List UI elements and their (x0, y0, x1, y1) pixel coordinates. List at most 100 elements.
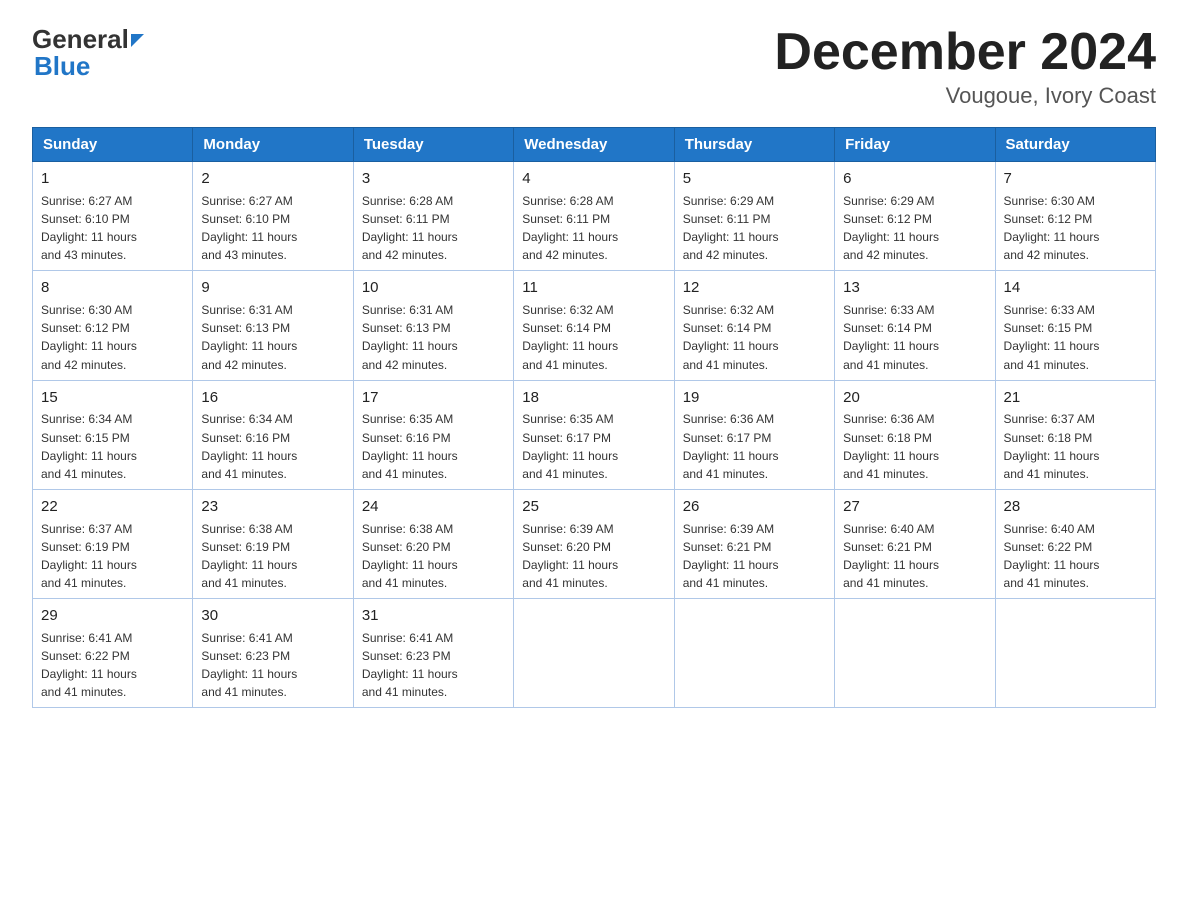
day-info: Sunrise: 6:31 AMSunset: 6:13 PMDaylight:… (201, 303, 297, 371)
calendar-cell: 4Sunrise: 6:28 AMSunset: 6:11 PMDaylight… (514, 162, 674, 271)
day-info: Sunrise: 6:30 AMSunset: 6:12 PMDaylight:… (41, 303, 137, 371)
calendar-cell: 8 Sunrise: 6:30 AMSunset: 6:12 PMDaylight… (33, 271, 193, 380)
col-saturday: Saturday (995, 128, 1155, 162)
calendar-cell: 20 Sunrise: 6:36 AMSunset: 6:18 PMDayligh… (835, 380, 995, 489)
day-number: 23 (201, 496, 344, 518)
calendar-cell: 27 Sunrise: 6:40 AMSunset: 6:21 PMDayligh… (835, 489, 995, 598)
day-info: Sunrise: 6:37 AMSunset: 6:19 PMDaylight:… (41, 522, 137, 590)
col-monday: Monday (193, 128, 353, 162)
day-number: 25 (522, 496, 665, 518)
day-info: Sunrise: 6:33 AMSunset: 6:14 PMDaylight:… (843, 303, 939, 371)
page-header: General Blue December 2024 Vougoue, Ivor… (32, 24, 1156, 109)
day-info: Sunrise: 6:41 AMSunset: 6:23 PMDaylight:… (362, 631, 458, 699)
calendar-table: Sunday Monday Tuesday Wednesday Thursday… (32, 127, 1156, 708)
calendar-cell: 10Sunrise: 6:31 AMSunset: 6:13 PMDayligh… (353, 271, 513, 380)
calendar-cell: 17Sunrise: 6:35 AMSunset: 6:16 PMDayligh… (353, 380, 513, 489)
calendar-cell: 12 Sunrise: 6:32 AMSunset: 6:14 PMDayligh… (674, 271, 834, 380)
col-friday: Friday (835, 128, 995, 162)
day-number: 20 (843, 387, 986, 409)
calendar-cell: 6 Sunrise: 6:29 AMSunset: 6:12 PMDaylight… (835, 162, 995, 271)
day-number: 3 (362, 168, 505, 190)
calendar-cell: 13 Sunrise: 6:33 AMSunset: 6:14 PMDayligh… (835, 271, 995, 380)
calendar-header-row: Sunday Monday Tuesday Wednesday Thursday… (33, 128, 1156, 162)
day-info: Sunrise: 6:36 AMSunset: 6:17 PMDaylight:… (683, 412, 779, 480)
day-info: Sunrise: 6:32 AMSunset: 6:14 PMDaylight:… (522, 303, 618, 371)
calendar-cell: 11 Sunrise: 6:32 AMSunset: 6:14 PMDayligh… (514, 271, 674, 380)
day-info: Sunrise: 6:40 AMSunset: 6:21 PMDaylight:… (843, 522, 939, 590)
day-number: 1 (41, 168, 184, 190)
day-info: Sunrise: 6:39 AMSunset: 6:21 PMDaylight:… (683, 522, 779, 590)
day-info: Sunrise: 6:39 AMSunset: 6:20 PMDaylight:… (522, 522, 618, 590)
day-number: 30 (201, 605, 344, 627)
day-number: 21 (1004, 387, 1147, 409)
day-info: Sunrise: 6:32 AMSunset: 6:14 PMDaylight:… (683, 303, 779, 371)
calendar-cell: 22 Sunrise: 6:37 AMSunset: 6:19 PMDayligh… (33, 489, 193, 598)
calendar-cell: 9 Sunrise: 6:31 AMSunset: 6:13 PMDaylight… (193, 271, 353, 380)
day-number: 24 (362, 496, 505, 518)
day-info: Sunrise: 6:34 AMSunset: 6:16 PMDaylight:… (201, 412, 297, 480)
title-block: December 2024 Vougoue, Ivory Coast (774, 24, 1156, 109)
day-number: 26 (683, 496, 826, 518)
calendar-cell: 26 Sunrise: 6:39 AMSunset: 6:21 PMDayligh… (674, 489, 834, 598)
day-info: Sunrise: 6:41 AMSunset: 6:23 PMDaylight:… (201, 631, 297, 699)
calendar-cell (514, 599, 674, 708)
calendar-cell: 5 Sunrise: 6:29 AMSunset: 6:11 PMDaylight… (674, 162, 834, 271)
day-number: 6 (843, 168, 986, 190)
calendar-cell: 28 Sunrise: 6:40 AMSunset: 6:22 PMDayligh… (995, 489, 1155, 598)
col-sunday: Sunday (33, 128, 193, 162)
week-row-5: 29 Sunrise: 6:41 AMSunset: 6:22 PMDayligh… (33, 599, 1156, 708)
calendar-cell: 3 Sunrise: 6:28 AMSunset: 6:11 PMDaylight… (353, 162, 513, 271)
day-number: 15 (41, 387, 184, 409)
day-info: Sunrise: 6:34 AMSunset: 6:15 PMDaylight:… (41, 412, 137, 480)
col-wednesday: Wednesday (514, 128, 674, 162)
day-info: Sunrise: 6:28 AMSunset: 6:11 PMDaylight:… (362, 194, 458, 262)
day-info: Sunrise: 6:33 AMSunset: 6:15 PMDaylight:… (1004, 303, 1100, 371)
col-thursday: Thursday (674, 128, 834, 162)
location-subtitle: Vougoue, Ivory Coast (774, 83, 1156, 109)
calendar-cell: 1Sunrise: 6:27 AMSunset: 6:10 PMDaylight… (33, 162, 193, 271)
calendar-cell: 7Sunrise: 6:30 AMSunset: 6:12 PMDaylight… (995, 162, 1155, 271)
day-info: Sunrise: 6:29 AMSunset: 6:11 PMDaylight:… (683, 194, 779, 262)
day-info: Sunrise: 6:28 AMSunset: 6:11 PMDaylight:… (522, 194, 618, 262)
week-row-4: 22 Sunrise: 6:37 AMSunset: 6:19 PMDayligh… (33, 489, 1156, 598)
month-title: December 2024 (774, 24, 1156, 81)
logo-triangle-icon (131, 34, 144, 47)
day-number: 28 (1004, 496, 1147, 518)
calendar-cell: 15 Sunrise: 6:34 AMSunset: 6:15 PMDayligh… (33, 380, 193, 489)
day-number: 27 (843, 496, 986, 518)
day-number: 5 (683, 168, 826, 190)
calendar-cell: 29 Sunrise: 6:41 AMSunset: 6:22 PMDayligh… (33, 599, 193, 708)
day-info: Sunrise: 6:38 AMSunset: 6:20 PMDaylight:… (362, 522, 458, 590)
day-number: 13 (843, 277, 986, 299)
calendar-cell (995, 599, 1155, 708)
day-number: 12 (683, 277, 826, 299)
day-info: Sunrise: 6:29 AMSunset: 6:12 PMDaylight:… (843, 194, 939, 262)
day-number: 8 (41, 277, 184, 299)
day-number: 18 (522, 387, 665, 409)
day-info: Sunrise: 6:27 AMSunset: 6:10 PMDaylight:… (201, 194, 297, 262)
day-number: 11 (522, 277, 665, 299)
day-info: Sunrise: 6:36 AMSunset: 6:18 PMDaylight:… (843, 412, 939, 480)
day-info: Sunrise: 6:40 AMSunset: 6:22 PMDaylight:… (1004, 522, 1100, 590)
day-number: 2 (201, 168, 344, 190)
day-number: 31 (362, 605, 505, 627)
day-number: 14 (1004, 277, 1147, 299)
day-number: 22 (41, 496, 184, 518)
day-number: 29 (41, 605, 184, 627)
calendar-cell: 23 Sunrise: 6:38 AMSunset: 6:19 PMDayligh… (193, 489, 353, 598)
calendar-cell: 21 Sunrise: 6:37 AMSunset: 6:18 PMDayligh… (995, 380, 1155, 489)
calendar-cell (835, 599, 995, 708)
day-number: 9 (201, 277, 344, 299)
day-info: Sunrise: 6:35 AMSunset: 6:16 PMDaylight:… (362, 412, 458, 480)
calendar-cell: 19Sunrise: 6:36 AMSunset: 6:17 PMDayligh… (674, 380, 834, 489)
day-info: Sunrise: 6:37 AMSunset: 6:18 PMDaylight:… (1004, 412, 1100, 480)
calendar-cell (674, 599, 834, 708)
calendar-cell: 16Sunrise: 6:34 AMSunset: 6:16 PMDayligh… (193, 380, 353, 489)
day-info: Sunrise: 6:38 AMSunset: 6:19 PMDaylight:… (201, 522, 297, 590)
calendar-cell: 2 Sunrise: 6:27 AMSunset: 6:10 PMDaylight… (193, 162, 353, 271)
week-row-2: 8 Sunrise: 6:30 AMSunset: 6:12 PMDaylight… (33, 271, 1156, 380)
calendar-cell: 18 Sunrise: 6:35 AMSunset: 6:17 PMDayligh… (514, 380, 674, 489)
day-info: Sunrise: 6:41 AMSunset: 6:22 PMDaylight:… (41, 631, 137, 699)
col-tuesday: Tuesday (353, 128, 513, 162)
day-info: Sunrise: 6:35 AMSunset: 6:17 PMDaylight:… (522, 412, 618, 480)
